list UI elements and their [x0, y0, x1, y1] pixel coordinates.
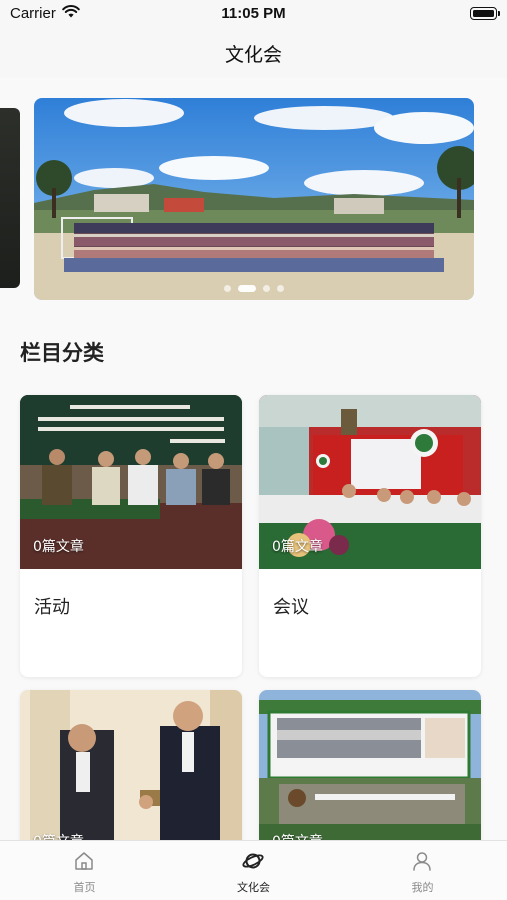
carousel-dot-active[interactable]	[238, 285, 256, 292]
carousel-indicator[interactable]	[34, 285, 474, 292]
article-count: 0篇文章	[33, 539, 84, 555]
banner-photo	[34, 98, 474, 300]
category-image: 0篇文章	[20, 395, 242, 569]
category-name: 活动	[34, 597, 70, 618]
article-count: 0篇文章	[272, 539, 323, 555]
home-icon	[73, 850, 95, 876]
category-card-meetings[interactable]: 0篇文章 会议	[259, 395, 481, 677]
carousel-previous-slide[interactable]	[0, 108, 20, 288]
article-count: 0篇文章	[272, 831, 323, 840]
carousel-dot[interactable]	[224, 285, 231, 292]
tab-label: 文化会	[237, 881, 270, 894]
tab-label: 首页	[73, 881, 96, 894]
main-content[interactable]: 栏目分类 0篇文章 活动 0篇文章 会议	[0, 78, 507, 840]
tab-culture-association[interactable]: 文化会	[169, 841, 338, 900]
tab-bar: 首页 文化会 我的	[0, 840, 507, 900]
section-title: 栏目分类	[20, 341, 104, 365]
article-count: 0篇文章	[33, 831, 84, 840]
status-bar: Carrier 11:05 PM	[0, 0, 507, 28]
navigation-bar: 文化会	[0, 28, 507, 78]
category-image: 0篇文章	[259, 690, 481, 840]
carousel-dot[interactable]	[277, 285, 284, 292]
category-image: 0篇文章	[259, 395, 481, 569]
tab-profile[interactable]: 我的	[338, 841, 507, 900]
planet-icon	[242, 850, 264, 876]
user-icon	[411, 850, 433, 876]
carousel-dot[interactable]	[263, 285, 270, 292]
category-card-3[interactable]: 0篇文章	[20, 690, 242, 840]
tab-label: 我的	[411, 881, 434, 894]
page-title: 文化会	[224, 44, 282, 66]
tab-home[interactable]: 首页	[0, 841, 169, 900]
category-name: 会议	[273, 597, 309, 618]
carousel-banner[interactable]	[34, 98, 474, 300]
status-time: 11:05 PM	[221, 5, 286, 22]
category-image: 0篇文章	[20, 690, 242, 840]
category-card-4[interactable]: 0篇文章	[259, 690, 481, 840]
category-card-activities[interactable]: 0篇文章 活动	[20, 395, 242, 677]
battery-icon	[470, 7, 500, 20]
